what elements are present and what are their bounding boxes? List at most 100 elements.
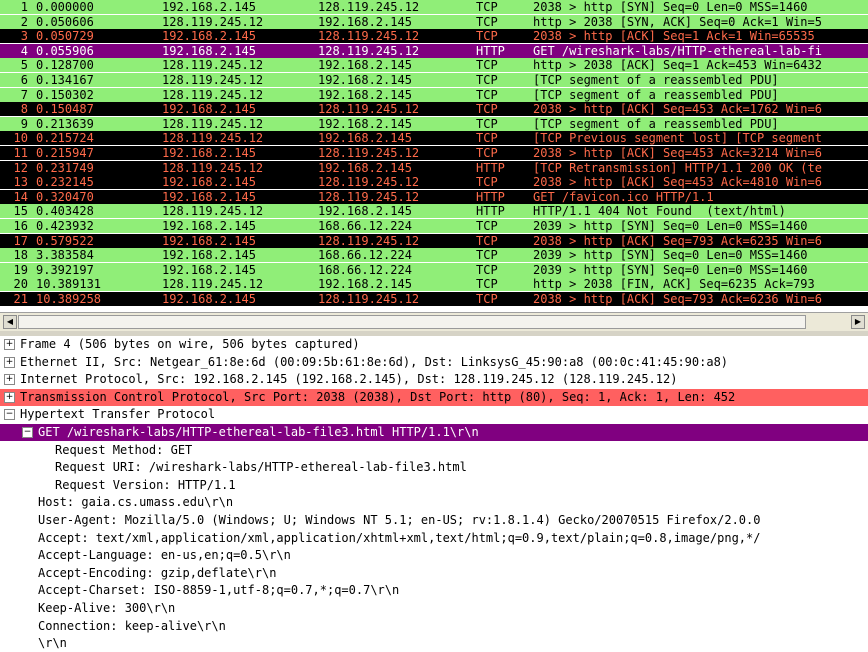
packet-list-pane[interactable]: 1 0.000000 192.168.2.145 128.119.245.12 TCP 2…: [0, 0, 868, 308]
packet-destination: 128.119.245.12: [318, 102, 420, 117]
packet-row[interactable]: 8 0.150487 192.168.2.145 128.119.245.12 TCP 2…: [0, 102, 868, 117]
packet-row[interactable]: 4 0.055906 192.168.2.145 128.119.245.12 HTTP…: [0, 43, 868, 58]
packet-destination: 192.168.2.145: [318, 160, 412, 175]
packet-row[interactable]: 19 9.392197 192.168.2.145 168.66.12.224 TCP 2…: [0, 262, 868, 277]
packet-row[interactable]: 21 10.389258 192.168.2.145 128.119.245.12 TC…: [0, 292, 868, 306]
packet-info: 2038 > http [ACK] Seq=453 Ack=1762 Win=6: [533, 102, 822, 117]
packet-info: 2039 > http [SYN] Seq=0 Len=0 MSS=1460: [533, 219, 808, 233]
collapse-icon[interactable]: −: [22, 427, 33, 438]
packet-protocol: TCP: [476, 116, 498, 131]
packet-info: 2038 > http [ACK] Seq=793 Ack=6235 Win=6: [533, 233, 822, 248]
packet-row[interactable]: 18 3.383584 192.168.2.145 168.66.12.224 TCP 2…: [0, 248, 868, 263]
detail-tree-row[interactable]: Accept-Charset: ISO-8859-1,utf-8;q=0.7,*…: [0, 582, 868, 599]
packet-source: 192.168.2.145: [162, 292, 256, 306]
detail-tree-row[interactable]: − GET /wireshark-labs/HTTP-ethereal-lab-f…: [0, 424, 868, 441]
packet-info: 2038 > http [ACK] Seq=453 Ack=4810 Win=6: [533, 175, 822, 190]
packet-source: 192.168.2.145: [162, 175, 256, 190]
packet-row[interactable]: 15 0.403428 128.119.245.12 192.168.2.145 HTT…: [0, 204, 868, 219]
detail-tree-row[interactable]: Connection: keep-alive\r\n: [0, 618, 868, 635]
detail-tree-row[interactable]: Keep-Alive: 300\r\n: [0, 600, 868, 617]
packet-protocol: TCP: [476, 102, 498, 117]
packet-list-horizontal-scrollbar[interactable]: ◀ ▶: [0, 312, 868, 332]
detail-tree-row[interactable]: + Internet Protocol, Src: 192.168.2.145 (…: [0, 371, 868, 388]
packet-number: 2: [20, 14, 28, 29]
detail-tree-label: Hypertext Transfer Protocol: [20, 407, 216, 422]
packet-number: 8: [20, 102, 28, 117]
packet-source: 128.119.245.12: [162, 204, 264, 219]
expand-icon[interactable]: +: [4, 356, 15, 368]
packet-protocol: TCP: [476, 58, 498, 73]
collapse-icon[interactable]: −: [4, 409, 15, 421]
detail-tree-label: Accept-Language: en-us,en;q=0.5\r\n: [38, 548, 291, 563]
detail-tree-row[interactable]: Request URI: /wireshark-labs/HTTP-ethere…: [0, 459, 868, 476]
detail-tree-row[interactable]: − Hypertext Transfer Protocol: [0, 406, 868, 423]
packet-info: http > 2038 [FIN, ACK] Seq=6235 Ack=793: [533, 277, 822, 292]
packet-number: 14: [13, 189, 28, 204]
detail-tree-label: Accept: text/xml,application/xml,applica…: [38, 530, 761, 545]
packet-destination: 128.119.245.12: [318, 29, 420, 44]
packet-row[interactable]: 12 0.231749 128.119.245.12 192.168.2.145 HTT…: [0, 160, 868, 175]
expand-icon[interactable]: +: [4, 374, 15, 386]
packet-protocol: TCP: [476, 248, 498, 263]
packet-time: 0.150302: [36, 87, 94, 102]
detail-tree-label: Internet Protocol, Src: 192.168.2.145 (1…: [20, 372, 678, 387]
detail-tree-row[interactable]: Accept-Language: en-us,en;q=0.5\r\n: [0, 547, 868, 564]
detail-tree-row[interactable]: Request Version: HTTP/1.1: [0, 477, 868, 494]
packet-number: 21: [13, 292, 28, 306]
packet-time: 0.215947: [36, 146, 94, 160]
packet-destination: 128.119.245.12: [318, 0, 420, 14]
detail-tree-row[interactable]: + Frame 4 (506 bytes on wire, 506 bytes c…: [0, 336, 868, 353]
packet-row[interactable]: 14 0.320470 192.168.2.145 128.119.245.12 HTT…: [0, 189, 868, 204]
packet-protocol: TCP: [476, 73, 498, 87]
detail-tree-row[interactable]: Accept-Encoding: gzip,deflate\r\n: [0, 565, 868, 582]
detail-tree-row[interactable]: + Ethernet II, Src: Netgear_61:8e:6d (00:…: [0, 354, 868, 371]
detail-tree-row[interactable]: Accept: text/xml,application/xml,applica…: [0, 530, 868, 547]
packet-time: 0.050606: [36, 14, 94, 29]
packet-info: 2039 > http [SYN] Seq=0 Len=0 MSS=1460: [533, 262, 808, 277]
packet-row[interactable]: 17 0.579522 192.168.2.145 128.119.245.12 TCP…: [0, 233, 868, 248]
packet-info: GET /favicon.ico HTTP/1.1: [533, 189, 714, 204]
scroll-right-arrow-icon[interactable]: ▶: [851, 315, 865, 329]
packet-row[interactable]: 6 0.134167 128.119.245.12 192.168.2.145 TCP […: [0, 73, 868, 87]
detail-tree-row[interactable]: + Transmission Control Protocol, Src Port…: [0, 388, 868, 406]
packet-row[interactable]: 7 0.150302 128.119.245.12 192.168.2.145 TCP […: [0, 87, 868, 102]
detail-tree-row[interactable]: Request Method: GET: [0, 442, 868, 459]
packet-source: 128.119.245.12: [162, 14, 264, 29]
packet-source: 128.119.245.12: [162, 73, 264, 87]
packet-source: 192.168.2.145: [162, 262, 256, 277]
expand-icon[interactable]: +: [4, 391, 15, 403]
packet-time: 0.423932: [36, 219, 94, 233]
detail-tree-row[interactable]: Host: gaia.cs.umass.edu\r\n: [0, 494, 868, 511]
packet-row[interactable]: 1 0.000000 192.168.2.145 128.119.245.12 TCP 2…: [0, 0, 868, 14]
packet-time: 3.383584: [36, 248, 94, 263]
packet-number: 6: [20, 73, 28, 87]
detail-tree-row[interactable]: User-Agent: Mozilla/5.0 (Windows; U; Win…: [0, 512, 868, 529]
packet-row[interactable]: 5 0.128700 128.119.245.12 192.168.2.145 TCP h…: [0, 58, 868, 73]
packet-number: 10: [13, 131, 28, 146]
packet-source: 192.168.2.145: [162, 29, 256, 44]
packet-row[interactable]: 13 0.232145 192.168.2.145 128.119.245.12 TCP…: [0, 175, 868, 190]
packet-row[interactable]: 2 0.050606 128.119.245.12 192.168.2.145 TCP h…: [0, 14, 868, 29]
packet-row[interactable]: 11 0.215947 192.168.2.145 128.119.245.12 TCP…: [0, 146, 868, 160]
packet-details-pane[interactable]: + Frame 4 (506 bytes on wire, 506 bytes c…: [0, 336, 868, 652]
packet-destination: 128.119.245.12: [318, 292, 420, 306]
expand-icon[interactable]: +: [4, 339, 15, 350]
packet-row[interactable]: 9 0.213639 128.119.245.12 192.168.2.145 TCP […: [0, 116, 868, 131]
detail-tree-label: Request Version: HTTP/1.1: [55, 477, 236, 492]
scroll-left-arrow-icon[interactable]: ◀: [3, 315, 17, 329]
packet-source: 192.168.2.145: [162, 189, 256, 204]
packet-row[interactable]: 20 10.389131 128.119.245.12 192.168.2.145 TC…: [0, 277, 868, 292]
packet-time: 0.134167: [36, 73, 94, 87]
packet-source: 128.119.245.12: [162, 58, 264, 73]
packet-row[interactable]: 10 0.215724 128.119.245.12 192.168.2.145 TCP…: [0, 131, 868, 146]
packet-row[interactable]: 16 0.423932 192.168.2.145 168.66.12.224 TCP 2…: [0, 219, 868, 233]
scrollbar-thumb[interactable]: [18, 315, 806, 329]
detail-tree-row[interactable]: \r\n: [0, 635, 868, 652]
packet-number: 16: [13, 219, 28, 233]
packet-row[interactable]: 3 0.050729 192.168.2.145 128.119.245.12 TCP 2…: [0, 29, 868, 44]
packet-source: 128.119.245.12: [162, 277, 264, 292]
packet-destination: 192.168.2.145: [318, 87, 412, 102]
packet-info: [TCP segment of a reassembled PDU]: [533, 87, 779, 102]
packet-protocol: TCP: [476, 262, 498, 277]
packet-source: 128.119.245.12: [162, 160, 264, 175]
